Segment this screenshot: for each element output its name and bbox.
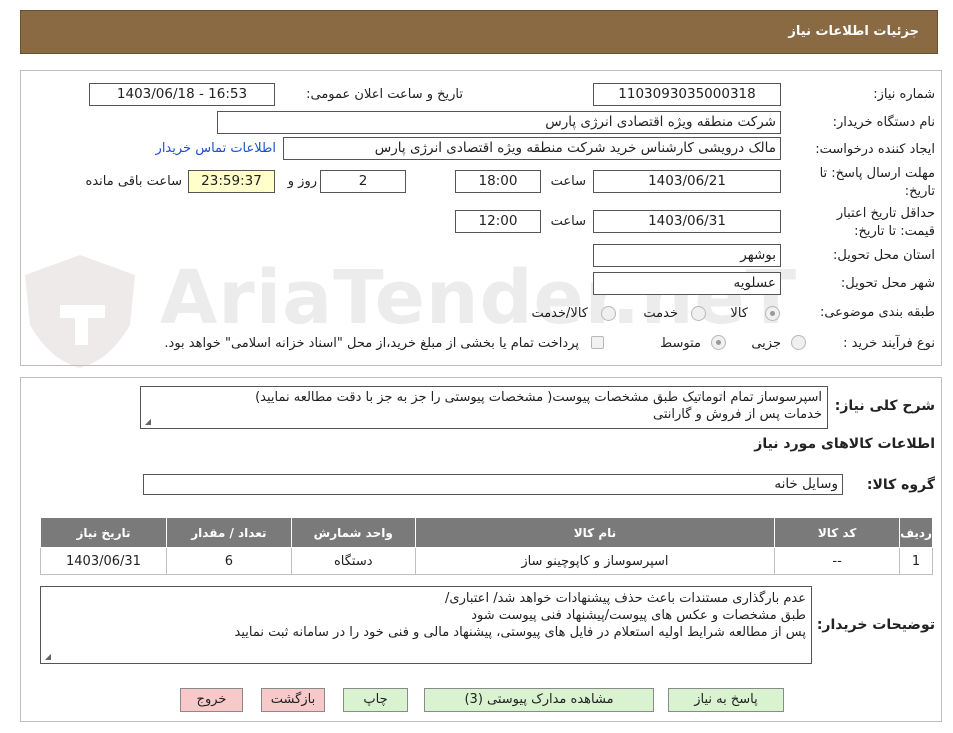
- price-validity-label-1: حداقل تاریخ اعتبار: [836, 206, 935, 221]
- description-label: شرح کلی نیاز:: [834, 398, 935, 414]
- back-button[interactable]: بازگشت: [261, 688, 325, 712]
- buyer-notes-line-2: طبق مشخصات و عکس های پیوست/پیشنهاد فنی پ…: [471, 608, 806, 623]
- buyer-notes-line-3: پس از مطالعه شرایط اولیه استعلام در فایل…: [234, 625, 806, 640]
- need-number-field: 1103093035000318: [593, 83, 781, 106]
- col-row: ردیف: [899, 517, 933, 548]
- category-option-goods-service: کالا/خدمت: [531, 306, 588, 321]
- category-radio-service[interactable]: [691, 306, 706, 321]
- goods-group-field: وسایل خانه: [143, 474, 843, 495]
- process-radio-medium[interactable]: [711, 335, 726, 350]
- treasury-note: پرداخت تمام یا بخشی از مبلغ خرید،از محل …: [164, 336, 579, 351]
- reply-time-label: ساعت: [550, 174, 586, 189]
- category-radio-goods-service[interactable]: [601, 306, 616, 321]
- goods-table-header: ردیف کد کالا نام کالا واحد شمارش تعداد /…: [40, 517, 933, 548]
- province-label: استان محل تحویل:: [833, 248, 935, 263]
- cell-row: 1: [899, 547, 933, 575]
- reply-date-field: 1403/06/21: [593, 170, 781, 193]
- process-label: نوع فرآیند خرید :: [843, 336, 935, 351]
- announce-field: 1403/06/18 - 16:53: [89, 83, 275, 106]
- buyer-notes-line-1: عدم بارگذاری مستندات باعث حذف پیشنهادات …: [445, 591, 806, 606]
- price-validity-time-label: ساعت: [550, 214, 586, 229]
- reply-button[interactable]: پاسخ به نیاز: [668, 688, 784, 712]
- print-button[interactable]: چاپ: [343, 688, 408, 712]
- process-option-medium: متوسط: [660, 336, 701, 351]
- remaining-time-field: 23:59:37: [188, 170, 275, 193]
- remaining-label: ساعت باقی مانده: [85, 174, 182, 189]
- cell-date: 1403/06/31: [40, 547, 167, 575]
- col-name: نام کالا: [414, 517, 776, 548]
- category-label: طبقه بندی موضوعی:: [819, 305, 935, 320]
- price-validity-date-field: 1403/06/31: [593, 210, 781, 233]
- reply-time-field: 18:00: [455, 170, 541, 193]
- process-option-minor: جزیی: [751, 336, 781, 351]
- days-field: 2: [320, 170, 406, 193]
- buyer-org-field: شرکت منطقه ویژه اقتصادی انرژی پارس: [217, 111, 781, 134]
- col-code: کد کالا: [774, 517, 901, 548]
- treasury-checkbox[interactable]: [591, 336, 604, 349]
- requester-field: مالک درویشی کارشناس خرید شرکت منطقه ویژه…: [283, 137, 781, 160]
- reply-deadline-label-1: مهلت ارسال پاسخ: تا: [819, 166, 935, 181]
- resize-grip-icon[interactable]: ◢: [43, 653, 51, 661]
- attachments-button[interactable]: مشاهده مدارک پیوستی (3): [424, 688, 654, 712]
- city-label: شهر محل تحویل:: [840, 276, 935, 291]
- col-date: تاریخ نیاز: [40, 517, 167, 548]
- requester-label: ایجاد کننده درخواست:: [815, 142, 935, 157]
- description-line-1: اسپرسوساز تمام اتوماتیک طبق مشخصات پیوست…: [255, 390, 822, 405]
- city-field: عسلویه: [593, 272, 781, 295]
- announce-label: تاریخ و ساعت اعلان عمومی:: [306, 87, 463, 102]
- col-unit: واحد شمارش: [290, 517, 416, 548]
- need-number-label: شماره نیاز:: [873, 87, 935, 102]
- process-radio-minor[interactable]: [791, 335, 806, 350]
- price-validity-label-2: قیمت: تا تاریخ:: [854, 224, 935, 239]
- buyer-contact-link[interactable]: اطلاعات تماس خریدار: [156, 141, 276, 156]
- description-line-2: خدمات پس از فروش و گارانتی: [653, 407, 822, 422]
- col-quantity: تعداد / مقدار: [165, 517, 292, 548]
- goods-info-title: اطلاعات کالاهای مورد نیاز: [754, 436, 935, 452]
- buyer-notes-label: توضیحات خریدار:: [816, 617, 935, 633]
- cell-code: --: [774, 547, 901, 575]
- cell-quantity: 6: [165, 547, 292, 575]
- cell-unit: دستگاه: [290, 547, 416, 575]
- table-row: 1 -- اسپرسوساز و کاپوچینو ساز دستگاه 6 1…: [40, 547, 933, 575]
- reply-deadline-label-2: تاریخ:: [904, 184, 935, 199]
- cell-name: اسپرسوساز و کاپوچینو ساز: [414, 547, 776, 575]
- category-radio-goods[interactable]: [765, 306, 780, 321]
- days-label: روز و: [287, 174, 317, 189]
- buyer-org-label: نام دستگاه خریدار:: [832, 115, 935, 130]
- goods-group-label: گروه کالا:: [866, 477, 935, 493]
- exit-button[interactable]: خروج: [180, 688, 243, 712]
- page-header: جزئیات اطلاعات نیاز: [20, 10, 938, 54]
- province-field: بوشهر: [593, 244, 781, 267]
- description-textarea[interactable]: اسپرسوساز تمام اتوماتیک طبق مشخصات پیوست…: [140, 386, 828, 429]
- price-validity-time-field: 12:00: [455, 210, 541, 233]
- page-title: جزئیات اطلاعات نیاز: [788, 24, 919, 39]
- category-option-service: خدمت: [643, 306, 678, 321]
- goods-table: ردیف کد کالا نام کالا واحد شمارش تعداد /…: [40, 517, 933, 575]
- category-option-goods: کالا: [730, 306, 748, 321]
- buyer-notes-textarea[interactable]: عدم بارگذاری مستندات باعث حذف پیشنهادات …: [40, 586, 812, 664]
- resize-grip-icon[interactable]: ◢: [143, 418, 151, 426]
